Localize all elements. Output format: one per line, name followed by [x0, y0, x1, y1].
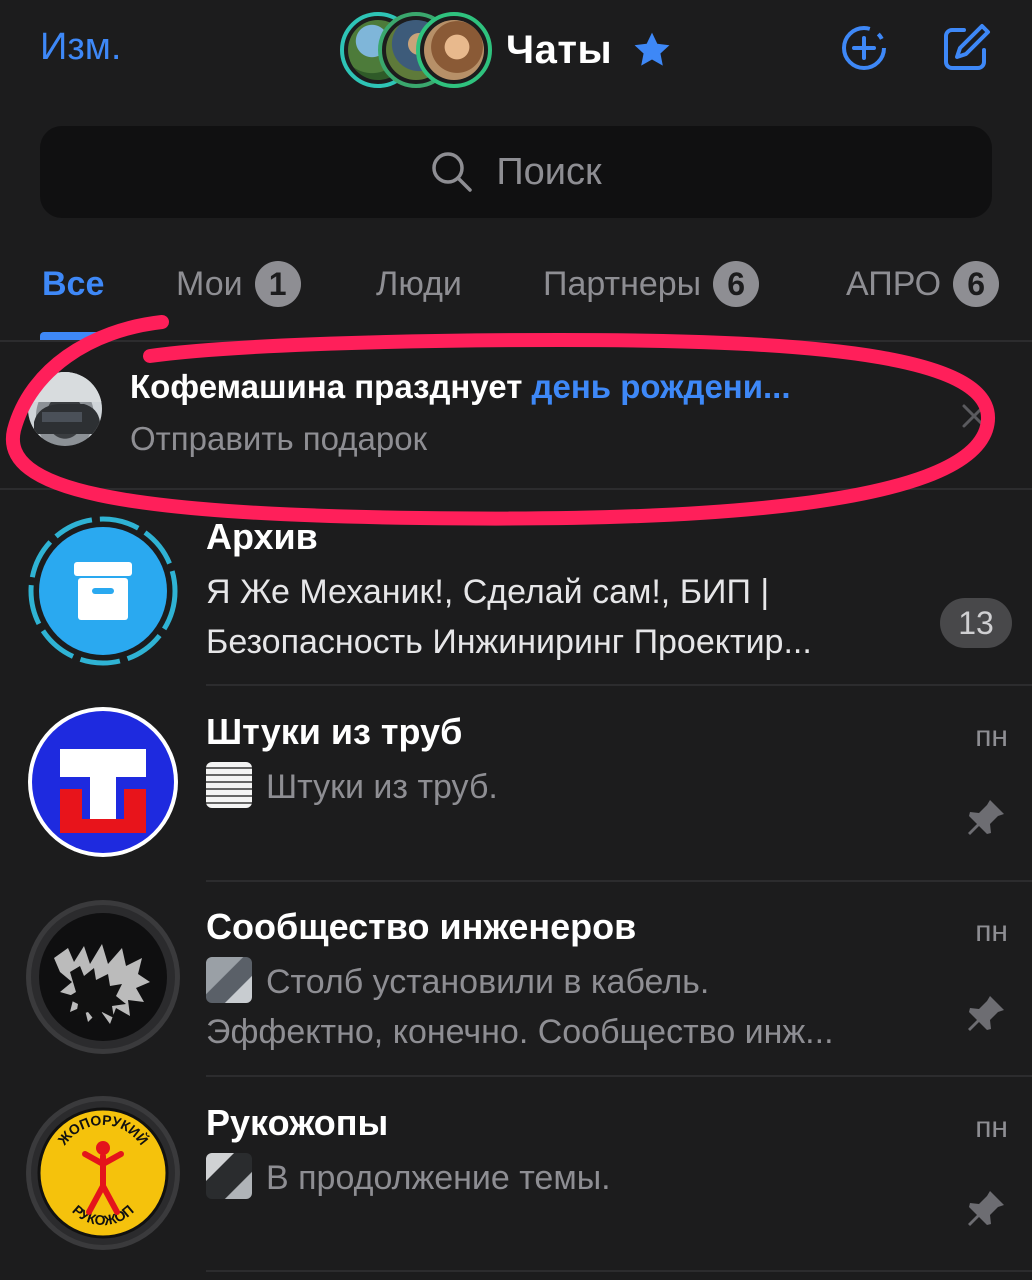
pin-icon: [968, 1191, 1004, 1226]
chat-preview: Эффектно, конечно. Сообщество инж...: [206, 1013, 834, 1051]
unread-badge: 13: [940, 598, 1012, 648]
chat-preview: Я Же Механик!, Сделай сам!, БИП |: [206, 573, 770, 611]
pin-icon: [968, 996, 1004, 1031]
chat-name: Рукожопы: [206, 1102, 389, 1143]
tab-badge: 1: [254, 261, 301, 307]
chat-preview: В продолжение темы.: [206, 1153, 611, 1203]
pin-icon: [968, 800, 1004, 835]
close-icon[interactable]: [954, 396, 994, 436]
tab-label: Люди: [376, 264, 462, 303]
chat-time: пн: [975, 915, 1008, 948]
folder-tabs: Все Мои 1 Люди Партнеры 6 АПРО 6: [0, 254, 1032, 314]
birthday-title: Кофемашина празднует день рождени...: [130, 368, 791, 406]
media-thumbnail: [206, 1153, 252, 1200]
media-thumbnail: [206, 957, 252, 1004]
divider: [206, 1270, 1032, 1272]
tab-partners[interactable]: Партнеры 6: [543, 254, 760, 314]
birthday-banner[interactable]: [0, 342, 1032, 490]
story-avatar[interactable]: [416, 12, 492, 88]
birthday-title-text: Кофемашина празднует: [130, 368, 532, 405]
chat-preview-text: Штуки из труб.: [266, 768, 498, 806]
avatar: [26, 900, 180, 1054]
search-icon: [432, 152, 473, 192]
chat-preview-text: В продолжение темы.: [266, 1159, 611, 1197]
tab-mine[interactable]: Мои 1: [176, 254, 301, 314]
chat-time: пн: [975, 720, 1008, 753]
stories-avatars[interactable]: [340, 12, 492, 88]
tab-apro[interactable]: АПРО 6: [846, 254, 1000, 314]
tab-label: АПРО: [846, 264, 942, 303]
archive-avatar: [26, 514, 180, 668]
edit-button[interactable]: Изм.: [40, 26, 121, 69]
tab-badge: 6: [953, 261, 1000, 307]
search-field[interactable]: Поиск: [40, 126, 992, 218]
divider: [0, 488, 1032, 490]
active-tab-indicator: [40, 332, 112, 340]
chat-preview-text: Столб установили в кабель.: [266, 963, 710, 1001]
compose-icon[interactable]: [938, 20, 994, 76]
star-icon[interactable]: [630, 28, 674, 72]
add-story-icon[interactable]: [836, 20, 892, 76]
tab-badge: 6: [713, 261, 760, 307]
media-thumbnail: [206, 762, 252, 809]
page-title: Чаты: [506, 27, 613, 72]
tab-label: Мои: [176, 264, 243, 303]
chat-name: Архив: [206, 516, 318, 557]
send-gift-link[interactable]: Отправить подарок: [130, 420, 427, 458]
chat-name: Штуки из труб: [206, 711, 463, 752]
title-bar: Чаты: [340, 12, 674, 88]
tab-label: Партнеры: [543, 264, 702, 303]
avatar: [26, 705, 180, 859]
birthday-highlight[interactable]: день рождени...: [532, 368, 791, 405]
avatar: ЖОПОРУКИЙ РУКОЖОП: [26, 1096, 180, 1250]
chat-preview: Безопасность Инжиниринг Проектир...: [206, 623, 812, 661]
chat-preview: Штуки из труб.: [206, 762, 498, 812]
avatar: [28, 372, 102, 446]
search-placeholder: Поиск: [496, 150, 602, 193]
chat-time: пн: [975, 1111, 1008, 1144]
tab-label: Все: [42, 264, 105, 303]
tab-people[interactable]: Люди: [376, 254, 462, 314]
chat-name: Сообщество инженеров: [206, 906, 637, 947]
chat-preview: Столб установили в кабель.: [206, 957, 709, 1007]
tab-all[interactable]: Все: [42, 254, 104, 314]
